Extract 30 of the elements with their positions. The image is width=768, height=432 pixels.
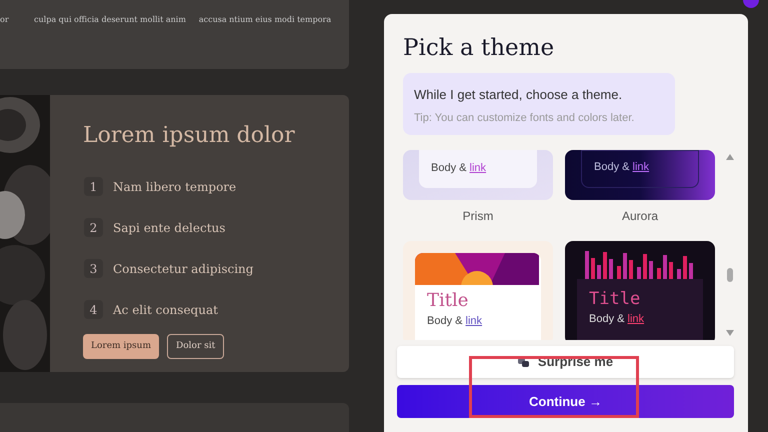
continue-button[interactable]: Continue → <box>397 385 734 418</box>
sample-text: Body & link <box>427 314 484 329</box>
sample-title: Title <box>589 288 642 311</box>
step-number: 3 <box>84 259 103 278</box>
body-text: culpa qui officia deserunt mollit anim <box>34 15 186 24</box>
dialog-title: Pick a theme <box>403 34 556 63</box>
sample-title: Title <box>427 289 470 313</box>
message-text: While I get started, choose a theme. <box>414 86 624 104</box>
sample-text: Body & link <box>589 312 646 327</box>
theme-name: Prism <box>462 208 494 225</box>
theme-name: Aurora <box>620 208 660 225</box>
body-text: or <box>0 15 9 24</box>
theme-preview[interactable]: Body & link <box>565 150 715 200</box>
step-text: Consectetur adipiscing <box>113 260 254 278</box>
step-text: Ac elit consequat <box>113 302 218 319</box>
card-button[interactable]: Lorem ipsum <box>83 334 160 360</box>
step-number: 2 <box>84 218 103 238</box>
theme-preview[interactable]: Body & link <box>403 150 553 200</box>
step-text: Sapi ente delectus <box>113 220 226 237</box>
sample-text: Body & link <box>431 160 486 176</box>
step-number: 1 <box>84 177 103 196</box>
step-text: Nam libero tempore <box>113 178 236 196</box>
body-text: accusa ntium eius modi tempora <box>198 15 332 24</box>
card-button[interactable]: Dolor sit <box>167 334 224 360</box>
card-title: Lorem ipsum dolor <box>83 122 295 150</box>
tip-text: Tip: You can customize fonts and colors later. <box>414 110 636 126</box>
theme-preview[interactable]: Title Body & link <box>403 241 553 340</box>
step-number: 4 <box>84 300 103 320</box>
theme-preview[interactable]: Title Body & link <box>565 241 715 340</box>
sample-text: Body & link <box>594 160 650 174</box>
